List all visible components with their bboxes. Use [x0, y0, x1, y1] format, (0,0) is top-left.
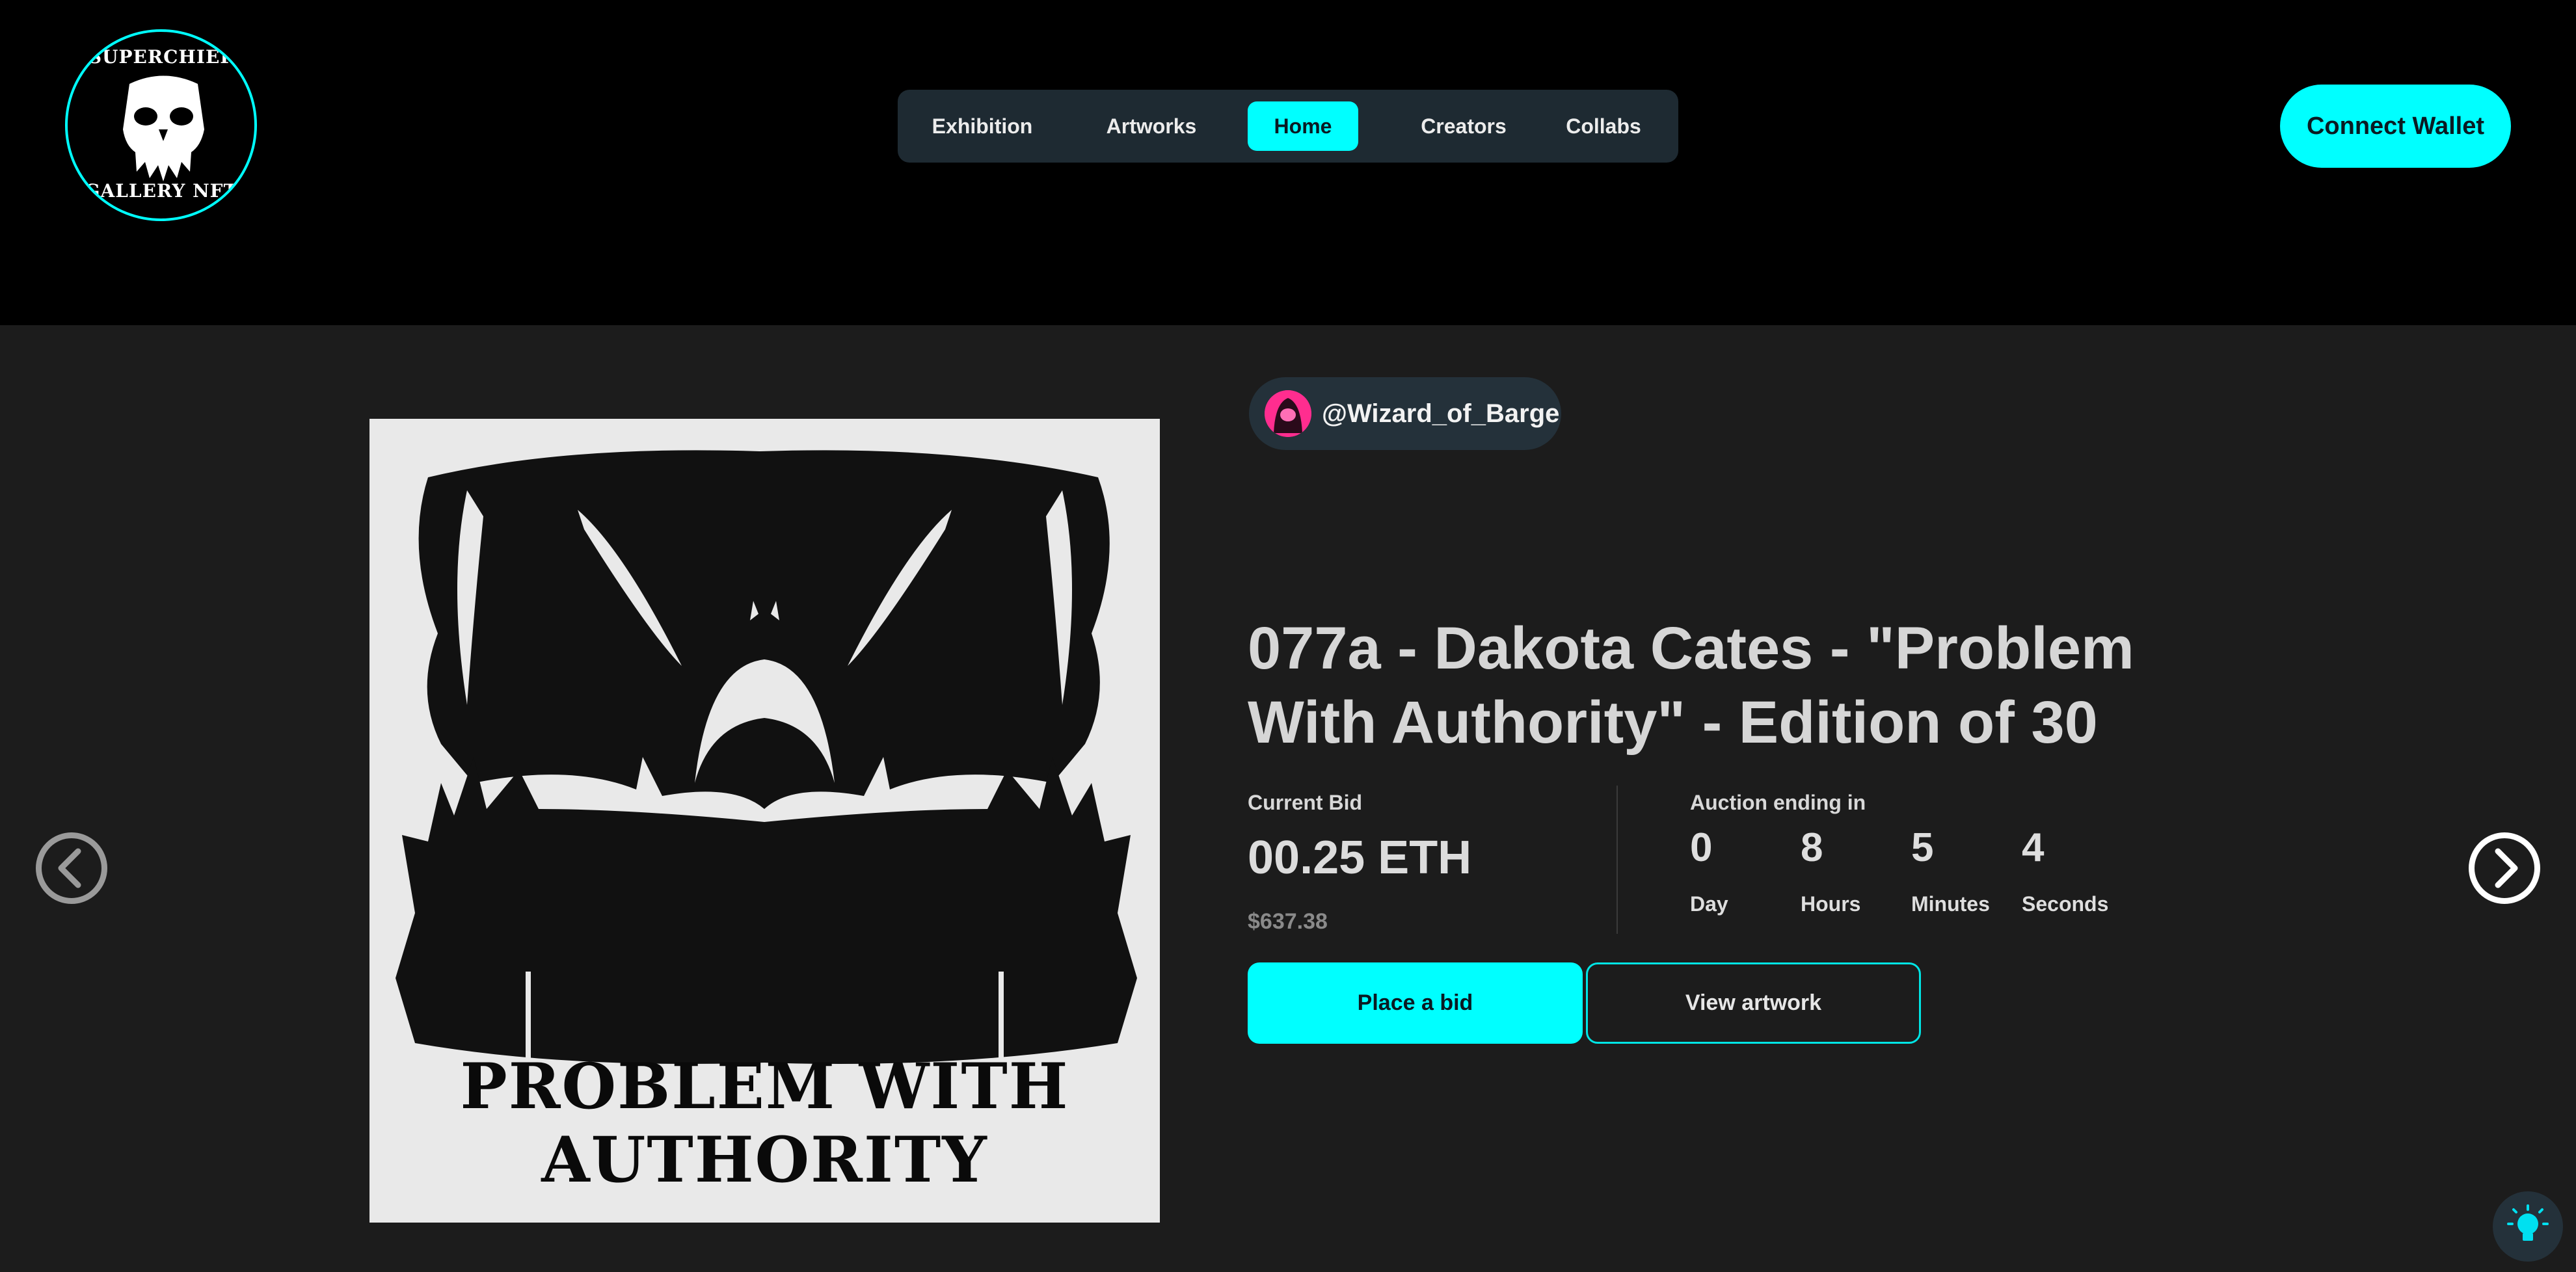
- creator-handle: @Wizard_of_Barge: [1322, 399, 1560, 428]
- current-bid-usd: $637.38: [1248, 909, 1328, 934]
- countdown-minutes-value: 5: [1911, 825, 1934, 870]
- countdown-days-value: 0: [1690, 825, 1713, 870]
- nav-artworks[interactable]: Artworks: [1086, 101, 1216, 151]
- countdown-seconds-value: 4: [2022, 825, 2045, 870]
- countdown-seconds-label: Seconds: [2022, 892, 2109, 916]
- artwork-title: 077a - Dakota Cates - "Problem With Auth…: [1248, 615, 2134, 756]
- nav-collabs[interactable]: Collabs: [1548, 101, 1659, 151]
- current-bid-value: 00.25 ETH: [1248, 832, 1472, 884]
- place-bid-button[interactable]: Place a bid: [1248, 962, 1583, 1044]
- current-bid-label: Current Bid: [1248, 791, 1362, 814]
- nav-home[interactable]: Home: [1248, 101, 1358, 151]
- site-header: SUPERCHIEF GALLERY NFT Exhibition Artwor…: [0, 0, 2576, 325]
- countdown-hours-value: 8: [1801, 825, 1823, 870]
- lightbulb-icon: [2507, 1204, 2549, 1241]
- nav-exhibition[interactable]: Exhibition: [917, 101, 1047, 151]
- main-nav: Exhibition Artworks Home Creators Collab…: [898, 90, 1678, 163]
- countdown-hours-label: Hours: [1801, 892, 1861, 916]
- theme-toggle-button[interactable]: [2493, 1191, 2563, 1262]
- artwork-image[interactable]: PROBLEM WITH AUTHORITY: [369, 419, 1160, 1223]
- wizard-avatar-icon: [1265, 390, 1311, 437]
- chevron-left-icon: [58, 848, 81, 888]
- artwork-caption: PROBLEM WITH AUTHORITY: [460, 1050, 1069, 1197]
- creator-chip[interactable]: @Wizard_of_Barge: [1249, 377, 1561, 450]
- logo-bottom-text: GALLERY NFT: [84, 180, 238, 202]
- logo-top-text: SUPERCHIEF: [88, 46, 234, 68]
- divider: [1617, 786, 1618, 934]
- view-artwork-button[interactable]: View artwork: [1586, 962, 1921, 1044]
- auction-ending-label: Auction ending in: [1690, 791, 1866, 814]
- connect-wallet-button[interactable]: Connect Wallet: [2280, 85, 2511, 168]
- avatar: [1265, 390, 1311, 437]
- gallery-logo[interactable]: SUPERCHIEF GALLERY NFT: [65, 29, 257, 221]
- chevron-right-icon: [2495, 848, 2518, 888]
- countdown-minutes-label: Minutes: [1911, 892, 1990, 916]
- nav-creators[interactable]: Creators: [1399, 101, 1529, 151]
- countdown-days-label: Day: [1690, 892, 1728, 916]
- prev-slide-button[interactable]: [36, 832, 107, 904]
- next-slide-button[interactable]: [2469, 832, 2540, 904]
